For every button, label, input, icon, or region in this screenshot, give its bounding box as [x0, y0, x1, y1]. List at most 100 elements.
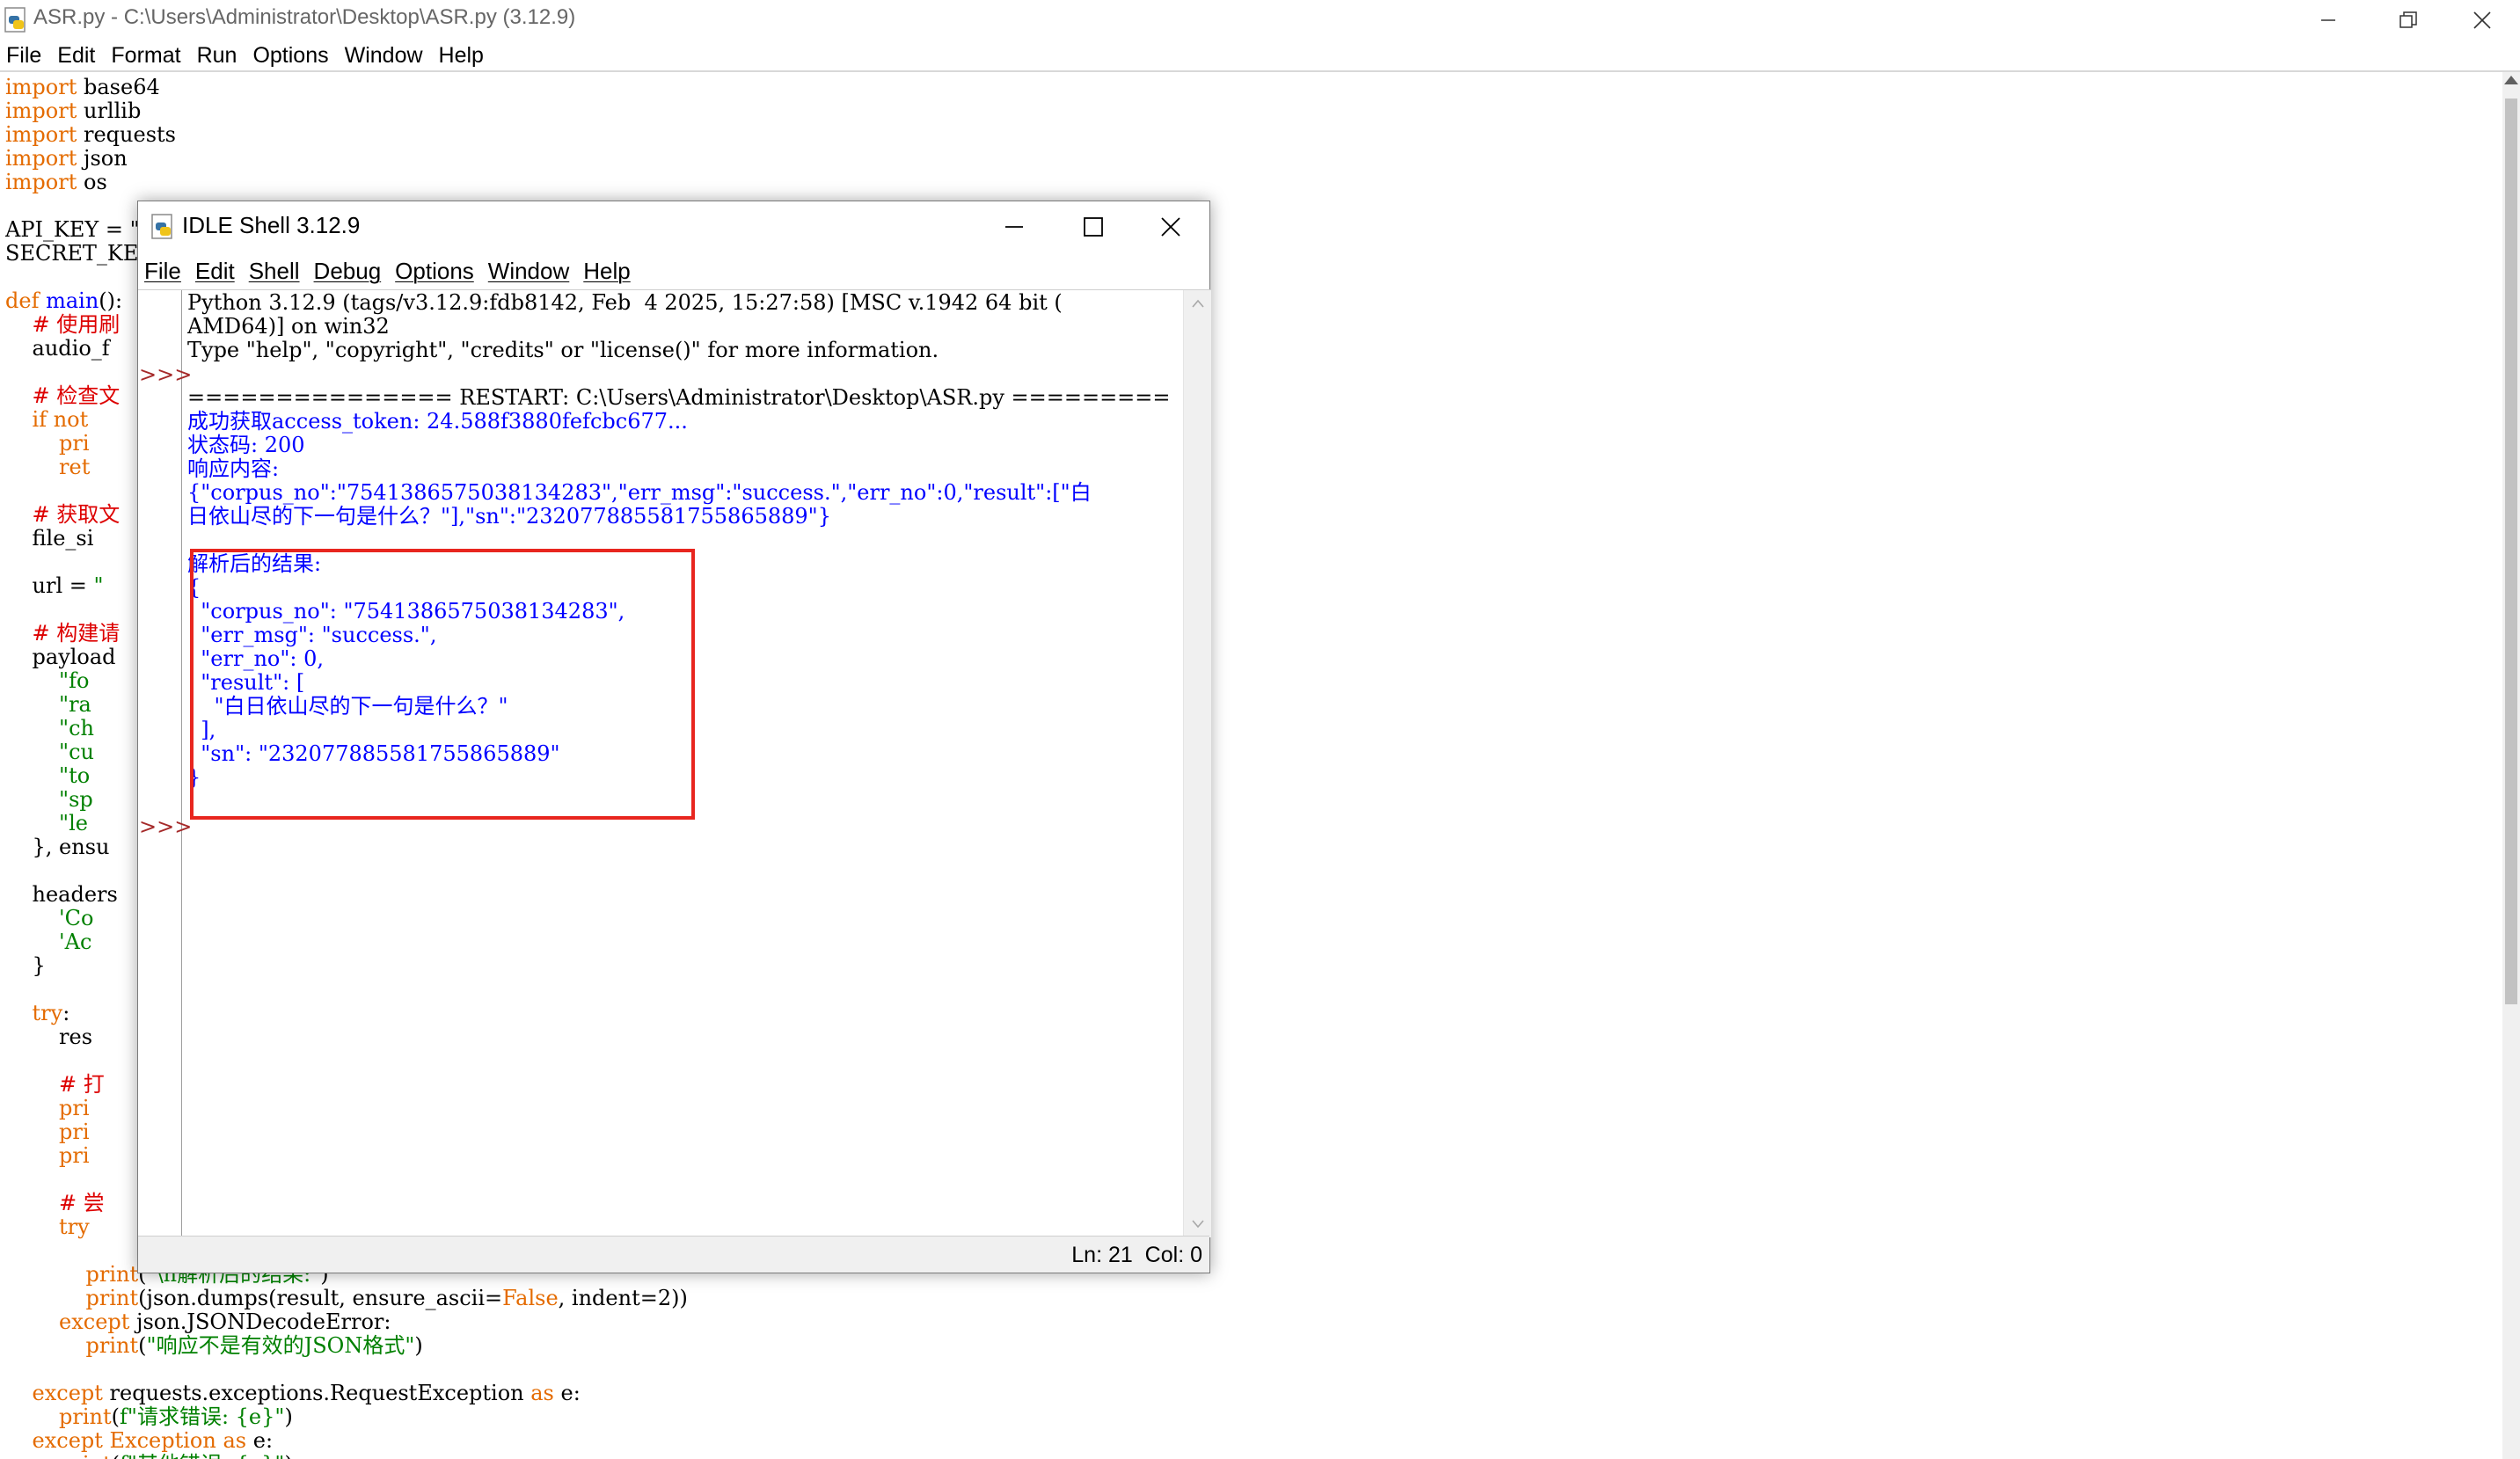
code-token: ret	[5, 455, 91, 479]
code-token: except	[5, 1428, 103, 1453]
shell-output-line: "err_no": 0,	[187, 646, 325, 671]
code-token: e:	[246, 1428, 274, 1453]
close-icon	[2473, 11, 2491, 29]
shell-minimize-button[interactable]	[974, 201, 1055, 252]
code-token: pri	[5, 1120, 90, 1144]
shell-maximize-button[interactable]	[1053, 201, 1134, 252]
code-line: except json.JSONDecodeError:	[5, 1310, 2503, 1334]
code-token: (	[138, 1333, 147, 1358]
scroll-up-arrow-icon[interactable]	[2504, 76, 2518, 84]
editor-restore-button[interactable]	[2370, 0, 2446, 40]
code-token: file_si	[5, 526, 94, 551]
code-token: 'Co	[5, 906, 94, 930]
scroll-down-arrow-icon[interactable]	[1192, 1220, 1204, 1229]
shell-output-line: Python 3.12.9 (tags/v3.12.9:fdb8142, Feb…	[187, 291, 1063, 315]
code-token: url =	[5, 573, 94, 598]
shell-window-title: IDLE Shell 3.12.9	[182, 212, 361, 238]
code-token: (	[112, 1452, 120, 1459]
shell-output-line: }	[187, 765, 201, 790]
code-line: print(f"其他错误: {e}")	[5, 1453, 2503, 1459]
code-token: import	[5, 122, 77, 147]
editor-minimize-button[interactable]	[2290, 0, 2366, 40]
code-token: (	[111, 1404, 121, 1429]
code-token: :	[62, 1001, 70, 1025]
shell-menu-edit[interactable]: Edit	[188, 258, 242, 285]
code-token: as	[223, 1428, 247, 1453]
code-token: if not	[5, 407, 89, 432]
shell-output-line	[187, 529, 1172, 552]
editor-title-bar: ASR.py - C:\Users\Administrator\Desktop\…	[0, 0, 2520, 40]
code-token: f"其他错误: {e}"	[120, 1452, 284, 1459]
shell-menu-debug[interactable]: Debug	[307, 258, 389, 285]
shell-vertical-scrollbar[interactable]	[1183, 290, 1211, 1237]
shell-menu-shell[interactable]: Shell	[242, 258, 307, 285]
shell-menu-help[interactable]: Help	[576, 258, 637, 285]
code-token: }, ensu	[5, 835, 110, 859]
code-token: print	[5, 1452, 112, 1459]
shell-output-line: "corpus_no": "7541386575038134283",	[187, 599, 625, 624]
shell-prompt-2: >>>	[139, 814, 193, 839]
editor-menu-run[interactable]: Run	[190, 43, 246, 69]
code-token: except	[5, 1309, 130, 1334]
code-token: os	[77, 170, 107, 194]
code-token: print	[5, 1262, 139, 1287]
code-token: ():	[99, 288, 123, 313]
code-token: try	[5, 1215, 90, 1239]
code-token: # 构建请	[5, 621, 121, 646]
code-token: pri	[5, 1096, 90, 1120]
restore-icon	[2399, 11, 2417, 28]
code-token: except	[5, 1381, 103, 1405]
shell-output-area[interactable]: Python 3.12.9 (tags/v3.12.9:fdb8142, Feb…	[187, 291, 1172, 1232]
editor-scroll-thumb[interactable]	[2505, 98, 2517, 1004]
shell-close-button[interactable]	[1130, 201, 1211, 252]
code-token: "le	[5, 811, 88, 835]
code-line: print("响应不是有效的JSON格式")	[5, 1334, 2503, 1358]
code-line: print(json.dumps(result, ensure_ascii=Fa…	[5, 1287, 2503, 1310]
code-line: import requests	[5, 123, 2503, 147]
code-token: payload	[5, 645, 116, 669]
shell-output-line: =============== RESTART: C:\Users\Admini…	[187, 385, 1172, 410]
shell-menu-window[interactable]: Window	[481, 258, 576, 285]
editor-menu-help[interactable]: Help	[432, 43, 493, 69]
editor-menu-format[interactable]: Format	[104, 43, 189, 69]
editor-menu-edit[interactable]: Edit	[50, 43, 104, 69]
code-token: e:	[553, 1381, 581, 1405]
code-token: "响应不是有效的JSON格式"	[146, 1333, 415, 1358]
code-token: 'Ac	[5, 930, 92, 954]
shell-output-line: "err_msg": "success.",	[187, 623, 437, 647]
code-line: import json	[5, 147, 2503, 171]
maximize-icon	[1084, 217, 1103, 237]
shell-output-line: 响应内容:	[187, 456, 280, 481]
editor-close-button[interactable]	[2444, 0, 2520, 40]
code-token: headers	[5, 882, 118, 907]
code-token: import	[5, 98, 77, 123]
editor-window-title: ASR.py - C:\Users\Administrator\Desktop\…	[33, 5, 576, 29]
code-token: json.JSONDecodeError:	[129, 1309, 391, 1334]
shell-output-line	[187, 362, 1172, 386]
code-token: )	[284, 1452, 292, 1459]
code-token: import	[5, 146, 77, 171]
code-token: , indent=2))	[558, 1286, 688, 1310]
scroll-up-arrow-icon[interactable]	[1192, 299, 1204, 308]
editor-menu-options[interactable]: Options	[245, 43, 337, 69]
editor-vertical-scrollbar[interactable]	[2502, 72, 2520, 1459]
code-token: print	[5, 1286, 139, 1310]
shell-output-line: 成功获取access_token: 24.588f3880fefcbc677..…	[187, 409, 688, 434]
code-token: )	[284, 1404, 293, 1429]
editor-menu-window[interactable]: Window	[338, 43, 432, 69]
shell-menu-file[interactable]: File	[138, 258, 188, 285]
code-token: "fo	[5, 668, 90, 693]
shell-output-line: 状态码: 200	[187, 433, 305, 457]
code-line: except Exception as e:	[5, 1429, 2503, 1453]
shell-menu-options[interactable]: Options	[388, 258, 481, 285]
shell-status-bar: Ln: 21 Col: 0	[138, 1236, 1209, 1273]
code-token: "sp	[5, 787, 93, 812]
code-line: print(f"请求错误: {e}")	[5, 1405, 2503, 1429]
code-token: }	[5, 953, 46, 978]
minimize-icon	[2321, 19, 2335, 21]
code-token: urllib	[77, 98, 142, 123]
cursor-position-status: Ln: 21 Col: 0	[1071, 1243, 1202, 1267]
editor-menu-file[interactable]: File	[0, 43, 50, 69]
